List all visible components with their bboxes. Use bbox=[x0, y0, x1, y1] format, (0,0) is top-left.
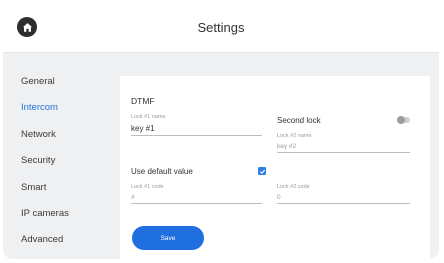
second-lock-toggle[interactable] bbox=[397, 115, 410, 124]
sidebar-item-security[interactable]: Security bbox=[21, 155, 55, 166]
sidebar-item-ip-cameras[interactable]: IP cameras bbox=[21, 208, 69, 219]
lock2-code-field: Lock #2 code bbox=[277, 184, 410, 210]
sidebar-item-network[interactable]: Network bbox=[21, 129, 56, 140]
lock1-code-label: Lock #1 code bbox=[131, 184, 164, 190]
sidebar-item-smart[interactable]: Smart bbox=[21, 182, 46, 193]
sidebar-item-intercom[interactable]: Intercom bbox=[21, 102, 58, 113]
toggle-knob bbox=[397, 115, 405, 124]
sidebar-item-advanced[interactable]: Advanced bbox=[21, 234, 63, 245]
section-title: DTMF bbox=[131, 96, 155, 106]
lock2-code-input[interactable] bbox=[277, 194, 410, 204]
lock2-name-label: Lock #2 name bbox=[277, 133, 312, 139]
header-bar: Settings bbox=[3, 3, 439, 53]
checkmark-icon bbox=[259, 169, 265, 174]
lock1-code-field: Lock #1 code bbox=[131, 184, 262, 210]
lock1-name-label: Lock #1 name bbox=[131, 114, 166, 120]
settings-window: Settings General Intercom Network Securi… bbox=[3, 3, 439, 259]
lock2-code-label: Lock #2 code bbox=[277, 184, 310, 190]
lock1-name-input[interactable] bbox=[131, 124, 262, 136]
use-default-checkbox[interactable] bbox=[258, 167, 266, 175]
sidebar-nav: General Intercom Network Security Smart … bbox=[3, 53, 116, 259]
dtmf-settings-panel: DTMF Lock #1 name Second lock Lock #2 na… bbox=[120, 76, 430, 259]
save-button[interactable]: Save bbox=[132, 226, 204, 250]
lock2-name-input[interactable] bbox=[277, 143, 410, 153]
use-default-label: Use default value bbox=[131, 167, 193, 176]
sidebar-item-general[interactable]: General bbox=[21, 76, 55, 87]
lock1-name-field: Lock #1 name bbox=[131, 114, 262, 140]
second-lock-label: Second lock bbox=[277, 116, 321, 125]
lock1-code-input[interactable] bbox=[131, 194, 262, 204]
page-title: Settings bbox=[197, 20, 245, 35]
lock2-name-field: Lock #2 name bbox=[277, 133, 410, 159]
